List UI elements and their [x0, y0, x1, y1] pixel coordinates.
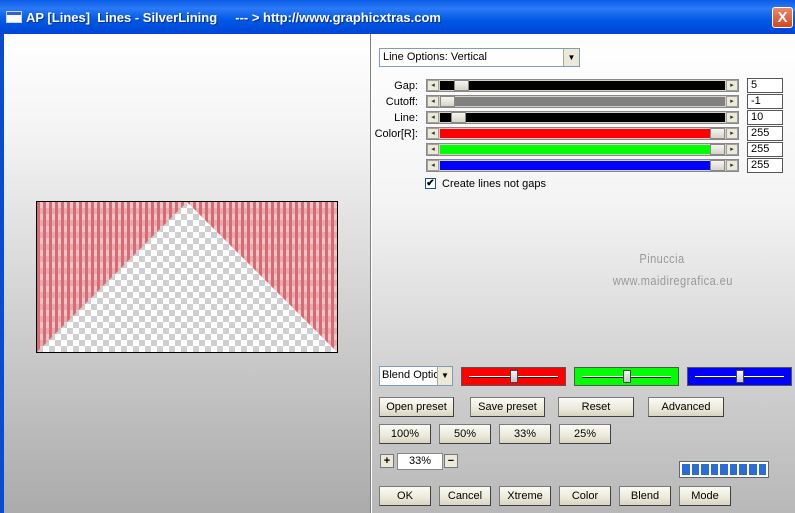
arrow-right-icon[interactable]: ▸	[726, 144, 738, 155]
red-value-field[interactable]: 255	[747, 126, 783, 141]
progress-block	[758, 464, 767, 475]
line-label: Line:	[394, 112, 418, 124]
watermark: Pinuccia www.maidiregrafica.eu	[612, 248, 733, 292]
advanced-button[interactable]: Advanced	[648, 397, 724, 417]
green-blend-box[interactable]	[574, 367, 679, 386]
line-slider[interactable]: ◂ ▸	[426, 111, 739, 124]
line-slider-thumb[interactable]	[451, 112, 466, 123]
blue-blend-knob[interactable]	[736, 370, 744, 383]
blend-options-value: Blend Optio	[382, 369, 440, 381]
red-blend-knob[interactable]	[510, 370, 518, 383]
cancel-button[interactable]: Cancel	[439, 486, 491, 506]
preview-image	[36, 201, 338, 353]
progress-block	[682, 464, 690, 475]
progress-block	[729, 464, 738, 475]
line-options-dropdown[interactable]: Line Options: Vertical ▼	[379, 48, 580, 67]
title-bar: AP [Lines] Lines - SilverLining --- > ht…	[0, 0, 795, 34]
cutoff-label: Cutoff:	[385, 96, 418, 108]
line-value-field[interactable]: 10	[747, 110, 783, 125]
gap-label: Gap:	[394, 80, 418, 92]
close-button[interactable]: X	[772, 7, 793, 28]
blend-button[interactable]: Blend	[619, 486, 671, 506]
watermark-url: www.maidiregrafica.eu	[612, 273, 733, 288]
color-button[interactable]: Color	[559, 486, 611, 506]
line-options-value: Line Options: Vertical	[383, 51, 487, 63]
blue-slider-thumb[interactable]	[710, 160, 725, 171]
zoom-50-button[interactable]: 50%	[439, 424, 491, 444]
red-slider-thumb[interactable]	[710, 128, 725, 139]
open-preset-button[interactable]: Open preset	[379, 397, 454, 417]
cutoff-value-field[interactable]: -1	[747, 94, 783, 109]
window-icon	[6, 11, 22, 23]
gap-slider-track	[440, 81, 725, 90]
zoom-in-button[interactable]: +	[380, 454, 394, 468]
arrow-right-icon[interactable]: ▸	[726, 80, 738, 91]
arrow-right-icon[interactable]: ▸	[726, 128, 738, 139]
progress-block	[691, 464, 700, 475]
gap-value-field[interactable]: 5	[747, 78, 783, 93]
arrow-left-icon[interactable]: ◂	[427, 96, 439, 107]
reset-button[interactable]: Reset	[558, 397, 634, 417]
gap-slider-thumb[interactable]	[454, 80, 469, 91]
zoom-out-button[interactable]: −	[444, 454, 458, 468]
cutoff-slider[interactable]: ◂ ▸	[426, 95, 739, 108]
mode-button[interactable]: Mode	[679, 486, 731, 506]
blue-blend-box[interactable]	[687, 367, 792, 386]
arrow-left-icon[interactable]: ◂	[427, 128, 439, 139]
progress-block	[720, 464, 728, 475]
ok-button[interactable]: OK	[379, 486, 431, 506]
progress-block	[701, 464, 709, 475]
xtreme-button[interactable]: Xtreme	[499, 486, 551, 506]
arrow-left-icon[interactable]: ◂	[427, 112, 439, 123]
progress-indicator	[679, 461, 769, 478]
zoom-25-button[interactable]: 25%	[559, 424, 611, 444]
color-r-label: Color[R]:	[374, 128, 418, 140]
arrow-left-icon[interactable]: ◂	[427, 144, 439, 155]
blue-value-field[interactable]: 255	[747, 158, 783, 173]
cutoff-slider-thumb[interactable]	[440, 96, 455, 107]
progress-block	[710, 464, 719, 475]
zoom-33-button[interactable]: 33%	[499, 424, 551, 444]
chevron-down-icon[interactable]: ▼	[563, 49, 579, 66]
green-slider[interactable]: ◂ ▸	[426, 143, 739, 156]
window-title: AP [Lines] Lines - SilverLining --- > ht…	[26, 10, 441, 25]
green-slider-thumb[interactable]	[710, 144, 725, 155]
gap-slider[interactable]: ◂ ▸	[426, 79, 739, 92]
blue-slider-track	[440, 161, 725, 170]
watermark-name: Pinuccia	[639, 251, 685, 266]
chevron-down-icon[interactable]: ▼	[437, 367, 452, 385]
cutoff-slider-track	[440, 97, 725, 106]
line-slider-track	[440, 113, 725, 122]
create-lines-checkbox[interactable]: ✔	[425, 178, 436, 189]
create-lines-label: Create lines not gaps	[442, 178, 546, 190]
arrow-right-icon[interactable]: ▸	[726, 96, 738, 107]
preview-canvas	[37, 202, 337, 352]
red-slider[interactable]: ◂ ▸	[426, 127, 739, 140]
zoom-value-field[interactable]: 33%	[397, 453, 443, 470]
red-blend-box[interactable]	[461, 367, 566, 386]
arrow-left-icon[interactable]: ◂	[427, 80, 439, 91]
arrow-right-icon[interactable]: ▸	[726, 160, 738, 171]
green-value-field[interactable]: 255	[747, 142, 783, 157]
green-slider-track	[440, 145, 725, 154]
progress-block	[748, 464, 757, 475]
progress-block	[739, 464, 747, 475]
arrow-right-icon[interactable]: ▸	[726, 112, 738, 123]
zoom-100-button[interactable]: 100%	[379, 424, 431, 444]
red-slider-track	[440, 129, 725, 138]
blue-slider[interactable]: ◂ ▸	[426, 159, 739, 172]
save-preset-button[interactable]: Save preset	[470, 397, 545, 417]
arrow-left-icon[interactable]: ◂	[427, 160, 439, 171]
blend-options-select[interactable]: Blend Optio ▼	[379, 366, 453, 386]
green-blend-knob[interactable]	[623, 370, 631, 383]
